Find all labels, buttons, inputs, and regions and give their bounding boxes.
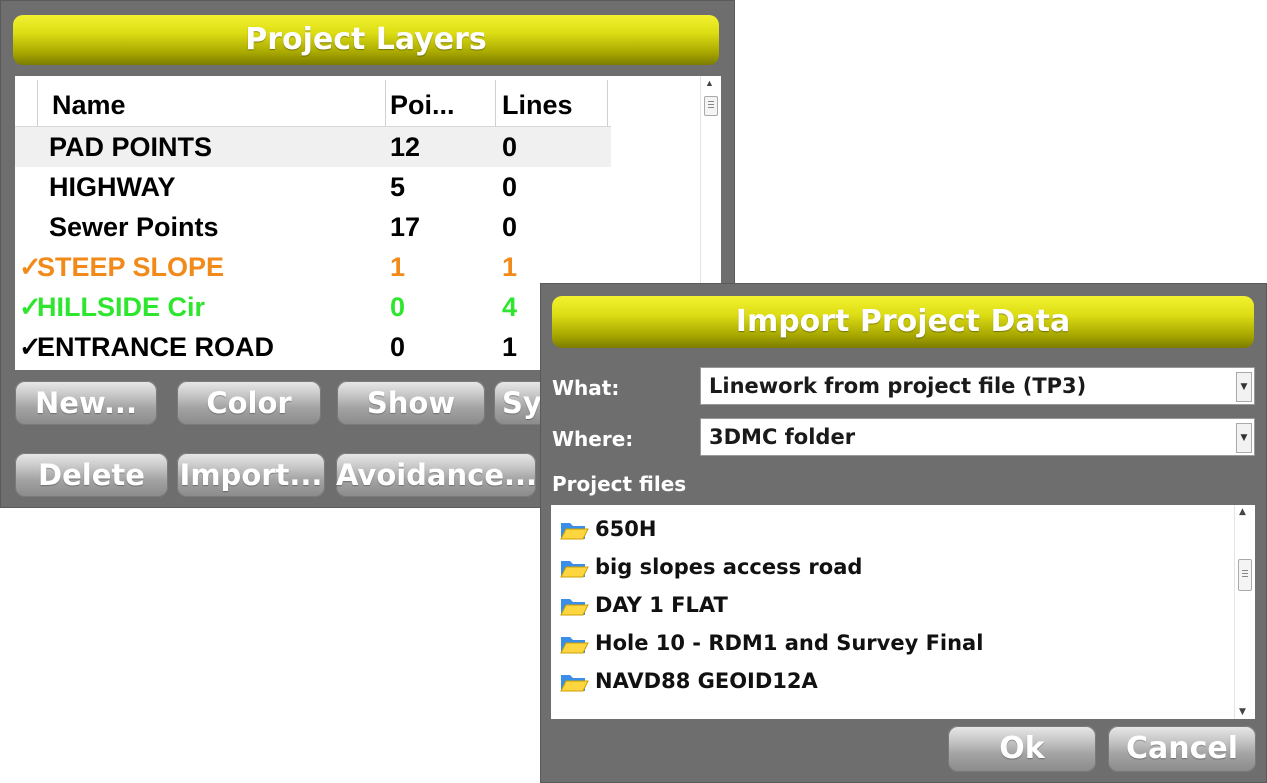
scroll-thumb[interactable] xyxy=(704,96,718,116)
layer-name: HIGHWAY xyxy=(49,172,176,202)
layer-name: Sewer Points xyxy=(49,212,219,242)
project-file-name: 650H xyxy=(595,517,657,541)
layer-lines-count: 1 xyxy=(502,252,518,282)
scroll-thumb[interactable] xyxy=(1238,559,1252,591)
layer-name: ENTRANCE ROAD xyxy=(37,332,275,362)
import-button[interactable]: Import... xyxy=(177,453,325,497)
layer-row[interactable]: ✓ HILLSIDE Cir 0 4 xyxy=(15,287,611,327)
layer-row[interactable]: ✓ STEEP SLOPE 1 1 xyxy=(15,247,611,287)
where-select[interactable]: 3DMC folder ▼ xyxy=(700,418,1255,456)
project-files-list: 650H big slopes access road DAY 1 FLAT Hole… xyxy=(551,505,1255,719)
scroll-up-arrow-icon[interactable]: ▲ xyxy=(1239,507,1246,517)
project-file-item[interactable]: NAVD88 GEOID12A xyxy=(559,663,818,699)
layer-lines-count: 0 xyxy=(502,132,518,162)
layer-points-count: 17 xyxy=(390,212,421,242)
folder-icon xyxy=(560,561,589,578)
layer-name: HILLSIDE Cir xyxy=(37,292,206,322)
layer-row[interactable]: ✓ ENTRANCE ROAD 0 1 xyxy=(15,327,611,367)
folder-icon xyxy=(560,599,589,616)
column-divider xyxy=(495,80,496,126)
scroll-up-arrow-icon[interactable]: ▲ xyxy=(705,78,714,88)
ok-button[interactable]: Ok xyxy=(948,726,1096,772)
layer-lines-count: 1 xyxy=(502,332,518,362)
project-file-item[interactable]: DAY 1 FLAT xyxy=(559,587,728,623)
layer-name: STEEP SLOPE xyxy=(37,252,225,282)
import-dialog-title: Import Project Data xyxy=(552,296,1254,348)
project-file-name: DAY 1 FLAT xyxy=(595,593,728,617)
column-divider xyxy=(385,80,386,126)
column-header-points[interactable]: Poi... xyxy=(390,90,455,121)
project-files-label: Project files xyxy=(552,472,687,496)
layer-row[interactable]: Sewer Points 17 0 xyxy=(15,207,611,247)
layer-points-count: 5 xyxy=(390,172,406,202)
scroll-down-arrow-icon[interactable]: ▼ xyxy=(1239,707,1246,717)
what-select-value: Linework from project file (TP3) xyxy=(709,374,1087,398)
cancel-button[interactable]: Cancel xyxy=(1108,726,1256,772)
project-file-item[interactable]: big slopes access road xyxy=(559,549,862,585)
layer-name: PAD POINTS xyxy=(49,132,213,162)
folder-icon xyxy=(560,523,589,540)
what-select[interactable]: Linework from project file (TP3) ▼ xyxy=(700,367,1255,405)
project-file-item[interactable]: Hole 10 - RDM1 and Survey Final xyxy=(559,625,983,661)
layer-lines-count: 0 xyxy=(502,212,518,242)
layer-lines-count: 0 xyxy=(502,172,518,202)
layer-lines-count: 4 xyxy=(502,292,518,322)
color-button[interactable]: Color xyxy=(177,381,321,425)
column-header-lines[interactable]: Lines xyxy=(502,90,573,121)
project-file-name: NAVD88 GEOID12A xyxy=(595,669,818,693)
layer-points-count: 1 xyxy=(390,252,406,282)
folder-icon xyxy=(560,637,589,654)
layer-points-count: 12 xyxy=(390,132,421,162)
project-layers-title: Project Layers xyxy=(13,15,719,65)
layer-points-count: 0 xyxy=(390,332,406,362)
layer-row[interactable]: PAD POINTS 12 0 xyxy=(15,127,611,167)
delete-button[interactable]: Delete xyxy=(15,453,168,497)
project-file-item[interactable]: 650H xyxy=(559,511,656,547)
where-select-value: 3DMC folder xyxy=(709,425,856,449)
project-file-name: Hole 10 - RDM1 and Survey Final xyxy=(595,631,984,655)
folder-icon xyxy=(560,675,589,692)
layers-table-header: Name Poi... Lines xyxy=(15,80,611,127)
chevron-down-icon[interactable]: ▼ xyxy=(1236,423,1252,453)
layer-points-count: 0 xyxy=(390,292,406,322)
column-divider xyxy=(37,80,38,126)
avoidance-button[interactable]: Avoidance... xyxy=(336,453,536,497)
files-scrollbar[interactable]: ▲ ▼ xyxy=(1234,505,1255,719)
show-button[interactable]: Show xyxy=(337,381,485,425)
import-project-data-dialog: Import Project Data What: Linework from … xyxy=(540,283,1267,783)
column-divider xyxy=(607,80,608,126)
layer-row[interactable]: HIGHWAY 5 0 xyxy=(15,167,611,207)
what-label: What: xyxy=(552,376,620,400)
chevron-down-icon[interactable]: ▼ xyxy=(1236,372,1252,402)
where-label: Where: xyxy=(552,427,634,451)
column-header-name[interactable]: Name xyxy=(52,90,126,121)
new-layer-button[interactable]: New... xyxy=(15,381,157,425)
project-file-name: big slopes access road xyxy=(595,555,863,579)
